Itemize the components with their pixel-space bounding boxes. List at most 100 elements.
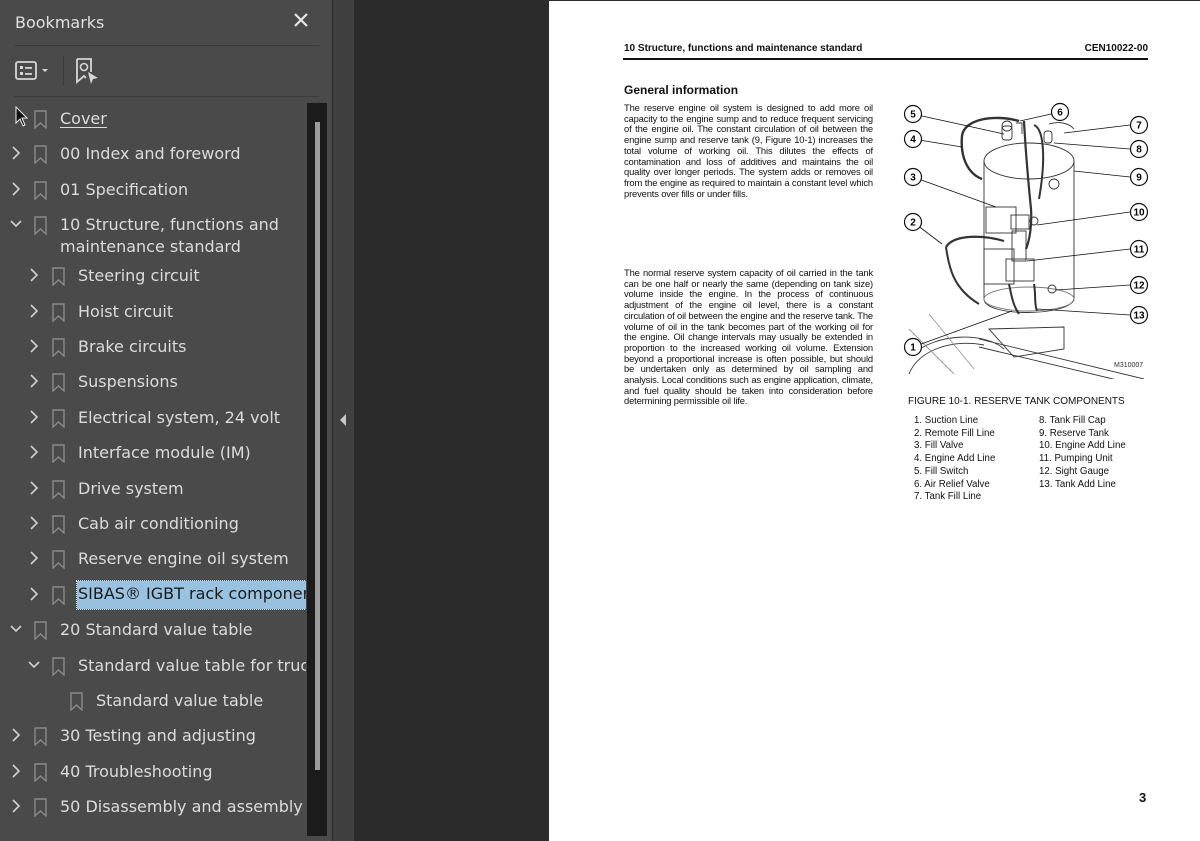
bookmark-item[interactable]: Steering circuit bbox=[0, 259, 306, 294]
bookmark-item[interactable]: Hoist circuit bbox=[0, 295, 306, 330]
bookmark-icon bbox=[34, 110, 47, 129]
chevron-right-icon[interactable] bbox=[28, 339, 40, 353]
bookmark-label: Electrical system, 24 volt bbox=[78, 407, 281, 427]
bookmark-icon bbox=[70, 692, 83, 711]
mouse-cursor-icon bbox=[15, 106, 29, 127]
bookmark-icon bbox=[34, 621, 47, 641]
chevron-right-icon[interactable] bbox=[28, 587, 40, 601]
chevron-right-icon[interactable] bbox=[28, 516, 40, 530]
bookmark-icon bbox=[34, 145, 47, 165]
legend-item: 1. Suction Line bbox=[914, 415, 979, 426]
callout-number: 7 bbox=[1136, 121, 1142, 132]
collapse-panel-handle[interactable] bbox=[333, 0, 354, 841]
bookmark-item[interactable]: 10 Structure, functions and maintenance s… bbox=[0, 208, 306, 259]
callout-number: 5 bbox=[910, 110, 916, 121]
bookmark-icon bbox=[52, 302, 65, 322]
bookmark-item[interactable]: Cab air conditioning bbox=[0, 507, 306, 542]
figure-legend-column-1: 1. Suction Line 2. Remote Fill Line 3. Fil… bbox=[914, 415, 995, 504]
bookmark-item[interactable]: Standard value table bbox=[0, 684, 306, 719]
bookmark-label: Standard value table for truck bbox=[78, 655, 306, 675]
legend-item: 10. Engine Add Line bbox=[1039, 440, 1126, 452]
bookmark-label: Drive system bbox=[78, 478, 184, 498]
bookmark-icon bbox=[34, 216, 47, 236]
figure-image-id: M310007 bbox=[1114, 362, 1143, 369]
paragraph: The reserve engine oil system is designe… bbox=[624, 102, 873, 199]
paragraph: The normal reserve system capacity of oi… bbox=[624, 267, 873, 407]
bookmark-label: Brake circuits bbox=[78, 337, 187, 356]
bookmark-item[interactable]: 01 Specification bbox=[0, 173, 306, 208]
bookmark-item[interactable]: 50 Disassembly and assembly bbox=[0, 790, 306, 825]
bookmark-icon bbox=[52, 656, 65, 676]
document-page: 10 Structure, functions and maintenance … bbox=[549, 1, 1200, 841]
bookmark-icon bbox=[52, 267, 65, 287]
bookmark-tree: Cover 00 Index and foreword 01 Specificati… bbox=[0, 102, 306, 841]
bookmarks-panel: Bookmarks Cover 00 Index and foreword 01 S… bbox=[0, 0, 332, 841]
callout-number: 10 bbox=[1133, 208, 1145, 219]
chevron-right-icon[interactable] bbox=[28, 304, 40, 318]
toolbar-separator bbox=[63, 56, 64, 86]
chevron-down-icon[interactable] bbox=[28, 658, 40, 672]
chevron-right-icon[interactable] bbox=[10, 799, 22, 813]
bookmark-label-continued: maintenance standard bbox=[60, 237, 241, 257]
chevron-right-icon[interactable] bbox=[28, 551, 40, 565]
legend-item: 7. Tank Fill Line bbox=[914, 491, 982, 503]
bookmark-item[interactable]: 00 Index and foreword bbox=[0, 137, 306, 172]
bookmark-item[interactable]: SIBAS® IGBT rack components bbox=[0, 578, 306, 613]
chevron-right-icon[interactable] bbox=[10, 764, 22, 778]
bookmark-item[interactable]: Interface module (IM) bbox=[0, 436, 306, 471]
section-title: General information bbox=[624, 83, 739, 97]
bookmark-item[interactable]: Drive system bbox=[0, 472, 306, 507]
chevron-right-icon[interactable] bbox=[28, 374, 40, 388]
bookmark-label: 01 Specification bbox=[60, 179, 189, 199]
bookmark-label: 20 Standard value table bbox=[60, 620, 253, 640]
callout-number: 6 bbox=[1057, 108, 1063, 119]
bookmark-item[interactable]: 30 Testing and adjusting bbox=[0, 719, 306, 754]
bookmark-options-button[interactable] bbox=[14, 57, 54, 85]
chevron-right-icon[interactable] bbox=[10, 728, 22, 742]
page-number: 3 bbox=[1139, 790, 1147, 805]
callout-number: 3 bbox=[910, 173, 916, 184]
page-header-doc-id: CEN10022-00 bbox=[1084, 43, 1148, 54]
chevron-right-icon[interactable] bbox=[28, 481, 40, 495]
bookmark-label: 40 Troubleshooting bbox=[60, 761, 213, 781]
bookmark-label: 10 Structure, functions and bbox=[60, 215, 279, 235]
divider bbox=[14, 96, 319, 97]
bookmark-item[interactable]: 40 Troubleshooting bbox=[0, 755, 306, 790]
chevron-down-icon[interactable] bbox=[10, 622, 22, 636]
bookmark-label: Cover bbox=[60, 109, 107, 128]
bookmark-label: 00 Index and foreword bbox=[60, 144, 241, 164]
callout-number: 9 bbox=[1136, 173, 1142, 184]
bookmark-icon bbox=[34, 798, 47, 818]
bookmark-item[interactable]: Brake circuits bbox=[0, 330, 306, 365]
bookmark-icon bbox=[52, 515, 65, 534]
bookmarks-scrollbar-thumb[interactable] bbox=[315, 122, 320, 770]
find-current-bookmark-button[interactable] bbox=[74, 57, 100, 85]
bookmark-label: Hoist circuit bbox=[78, 301, 174, 321]
bookmark-label: Suspensions bbox=[78, 372, 178, 392]
callout-number: 12 bbox=[1133, 281, 1145, 292]
bookmark-item[interactable]: Suspensions bbox=[0, 365, 306, 400]
bookmark-icon bbox=[34, 727, 47, 747]
bookmark-label: 30 Testing and adjusting bbox=[60, 726, 256, 746]
legend-item: 3. Fill Valve bbox=[914, 440, 964, 452]
chevron-right-icon[interactable] bbox=[10, 182, 22, 196]
chevron-right-icon[interactable] bbox=[28, 268, 40, 282]
chevron-right-icon[interactable] bbox=[28, 445, 40, 459]
bookmark-icon bbox=[52, 444, 65, 464]
bookmark-icon bbox=[52, 409, 65, 428]
collapse-left-arrow-icon bbox=[340, 414, 346, 426]
callout-number: 4 bbox=[910, 135, 916, 146]
bookmark-item[interactable]: Standard value table for truck bbox=[0, 649, 306, 684]
chevron-right-icon[interactable] bbox=[10, 146, 22, 160]
bookmark-item[interactable]: Cover bbox=[0, 102, 306, 137]
divider bbox=[14, 45, 319, 46]
close-bookmarks-button[interactable] bbox=[291, 9, 311, 31]
legend-item: 6. Air Relief Valve bbox=[914, 478, 990, 490]
legend-item: 9. Reserve Tank bbox=[1039, 427, 1109, 439]
chevron-down-icon[interactable] bbox=[10, 217, 22, 231]
bookmark-item[interactable]: 20 Standard value table bbox=[0, 613, 306, 648]
bookmarks-panel-title: Bookmarks bbox=[15, 13, 105, 32]
bookmark-item[interactable]: Reserve engine oil system bbox=[0, 542, 306, 577]
bookmark-item[interactable]: Electrical system, 24 volt bbox=[0, 401, 306, 436]
chevron-right-icon[interactable] bbox=[28, 410, 40, 424]
